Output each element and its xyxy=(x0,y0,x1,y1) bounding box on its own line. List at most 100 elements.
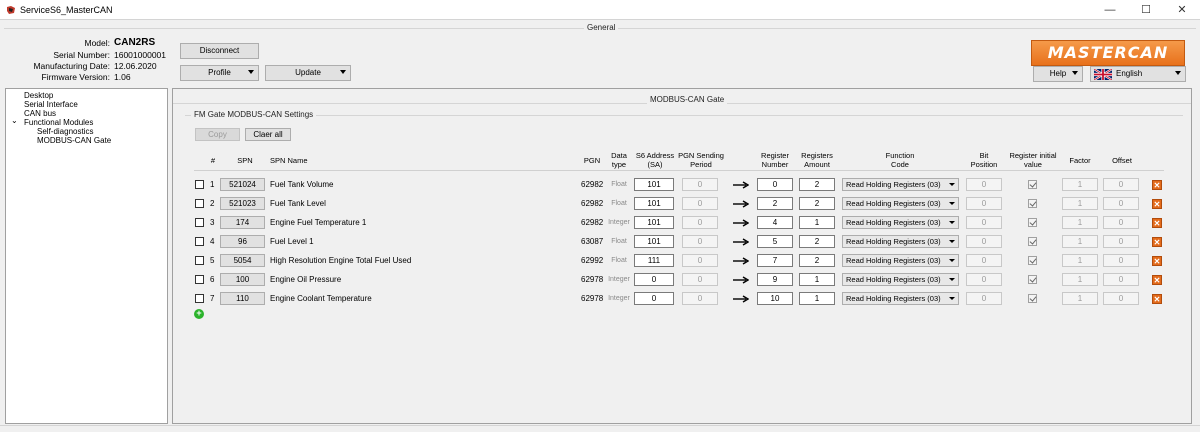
registers-amount-input[interactable]: 1 xyxy=(799,273,835,286)
help-button[interactable]: Help xyxy=(1033,66,1083,82)
function-code-select[interactable]: Read Holding Registers (03) xyxy=(842,292,959,305)
sa-input[interactable]: 101 xyxy=(634,216,674,229)
offset-input[interactable]: 0 xyxy=(1103,292,1139,305)
bit-position-input[interactable]: 0 xyxy=(966,216,1002,229)
close-button[interactable]: ✕ xyxy=(1164,0,1200,20)
delete-row-icon[interactable]: ✕ xyxy=(1152,199,1162,209)
registers-amount-input[interactable]: 1 xyxy=(799,216,835,229)
row-checkbox[interactable] xyxy=(195,275,204,284)
tree-item-modbus-can-gate[interactable]: MODBUS-CAN Gate xyxy=(37,136,111,145)
factor-input[interactable]: 1 xyxy=(1062,216,1098,229)
sa-input[interactable]: 101 xyxy=(634,178,674,191)
delete-row-icon[interactable]: ✕ xyxy=(1152,180,1162,190)
spn-field[interactable]: 96 xyxy=(220,235,265,248)
initial-value-checkbox[interactable] xyxy=(1028,275,1037,284)
spn-field[interactable]: 521024 xyxy=(220,178,265,191)
registers-amount-input[interactable]: 1 xyxy=(799,292,835,305)
copy-button[interactable]: Copy xyxy=(195,128,240,141)
offset-input[interactable]: 0 xyxy=(1103,235,1139,248)
registers-amount-input[interactable]: 2 xyxy=(799,197,835,210)
delete-row-icon[interactable]: ✕ xyxy=(1152,275,1162,285)
spn-field[interactable]: 110 xyxy=(220,292,265,305)
period-input[interactable]: 0 xyxy=(682,216,718,229)
spn-field[interactable]: 174 xyxy=(220,216,265,229)
factor-input[interactable]: 1 xyxy=(1062,254,1098,267)
registers-amount-input[interactable]: 2 xyxy=(799,178,835,191)
offset-input[interactable]: 0 xyxy=(1103,197,1139,210)
offset-input[interactable]: 0 xyxy=(1103,178,1139,191)
bit-position-input[interactable]: 0 xyxy=(966,273,1002,286)
expander-icon[interactable]: ⌄ xyxy=(11,116,18,125)
language-select[interactable]: English xyxy=(1090,66,1186,82)
clear-all-button[interactable]: Claer all xyxy=(245,128,291,141)
factor-input[interactable]: 1 xyxy=(1062,273,1098,286)
row-checkbox[interactable] xyxy=(195,180,204,189)
period-input[interactable]: 0 xyxy=(682,197,718,210)
minimize-button[interactable]: — xyxy=(1092,0,1128,20)
initial-value-checkbox[interactable] xyxy=(1028,180,1037,189)
register-number-input[interactable]: 10 xyxy=(757,292,793,305)
sa-input[interactable]: 101 xyxy=(634,197,674,210)
delete-row-icon[interactable]: ✕ xyxy=(1152,294,1162,304)
tree-item-desktop[interactable]: Desktop xyxy=(24,91,53,100)
initial-value-checkbox[interactable] xyxy=(1028,199,1037,208)
function-code-select[interactable]: Read Holding Registers (03) xyxy=(842,254,959,267)
spn-field[interactable]: 100 xyxy=(220,273,265,286)
register-number-input[interactable]: 7 xyxy=(757,254,793,267)
period-input[interactable]: 0 xyxy=(682,292,718,305)
factor-input[interactable]: 1 xyxy=(1062,235,1098,248)
factor-input[interactable]: 1 xyxy=(1062,292,1098,305)
row-checkbox[interactable] xyxy=(195,218,204,227)
sa-input[interactable]: 0 xyxy=(634,292,674,305)
function-code-select[interactable]: Read Holding Registers (03) xyxy=(842,178,959,191)
spn-field[interactable]: 521023 xyxy=(220,197,265,210)
register-number-input[interactable]: 0 xyxy=(757,178,793,191)
sa-input[interactable]: 111 xyxy=(634,254,674,267)
sa-input[interactable]: 0 xyxy=(634,273,674,286)
delete-row-icon[interactable]: ✕ xyxy=(1152,218,1162,228)
offset-input[interactable]: 0 xyxy=(1103,273,1139,286)
factor-input[interactable]: 1 xyxy=(1062,178,1098,191)
row-checkbox[interactable] xyxy=(195,256,204,265)
offset-input[interactable]: 0 xyxy=(1103,216,1139,229)
register-number-input[interactable]: 2 xyxy=(757,197,793,210)
bit-position-input[interactable]: 0 xyxy=(966,235,1002,248)
registers-amount-input[interactable]: 2 xyxy=(799,254,835,267)
register-number-input[interactable]: 5 xyxy=(757,235,793,248)
initial-value-checkbox[interactable] xyxy=(1028,294,1037,303)
sa-input[interactable]: 101 xyxy=(634,235,674,248)
bit-position-input[interactable]: 0 xyxy=(966,254,1002,267)
maximize-button[interactable]: ☐ xyxy=(1128,0,1164,20)
profile-button[interactable]: Profile xyxy=(180,65,259,81)
bit-position-input[interactable]: 0 xyxy=(966,178,1002,191)
function-code-select[interactable]: Read Holding Registers (03) xyxy=(842,216,959,229)
period-input[interactable]: 0 xyxy=(682,178,718,191)
initial-value-checkbox[interactable] xyxy=(1028,256,1037,265)
update-button[interactable]: Update xyxy=(265,65,351,81)
tree-item-serial-interface[interactable]: Serial Interface xyxy=(24,100,78,109)
row-checkbox[interactable] xyxy=(195,294,204,303)
offset-input[interactable]: 0 xyxy=(1103,254,1139,267)
bit-position-input[interactable]: 0 xyxy=(966,292,1002,305)
bit-position-input[interactable]: 0 xyxy=(966,197,1002,210)
function-code-select[interactable]: Read Holding Registers (03) xyxy=(842,273,959,286)
period-input[interactable]: 0 xyxy=(682,273,718,286)
delete-row-icon[interactable]: ✕ xyxy=(1152,256,1162,266)
function-code-select[interactable]: Read Holding Registers (03) xyxy=(842,197,959,210)
factor-input[interactable]: 1 xyxy=(1062,197,1098,210)
add-row-icon[interactable]: + xyxy=(194,309,204,319)
tree-item-self-diagnostics[interactable]: Self-diagnostics xyxy=(37,127,93,136)
row-checkbox[interactable] xyxy=(195,199,204,208)
period-input[interactable]: 0 xyxy=(682,254,718,267)
tree-item-functional-modules[interactable]: Functional Modules xyxy=(24,118,93,127)
tree-item-can-bus[interactable]: CAN bus xyxy=(24,109,56,118)
function-code-select[interactable]: Read Holding Registers (03) xyxy=(842,235,959,248)
registers-amount-input[interactable]: 2 xyxy=(799,235,835,248)
delete-row-icon[interactable]: ✕ xyxy=(1152,237,1162,247)
register-number-input[interactable]: 9 xyxy=(757,273,793,286)
row-checkbox[interactable] xyxy=(195,237,204,246)
register-number-input[interactable]: 4 xyxy=(757,216,793,229)
period-input[interactable]: 0 xyxy=(682,235,718,248)
initial-value-checkbox[interactable] xyxy=(1028,218,1037,227)
disconnect-button[interactable]: Disconnect xyxy=(180,43,259,59)
